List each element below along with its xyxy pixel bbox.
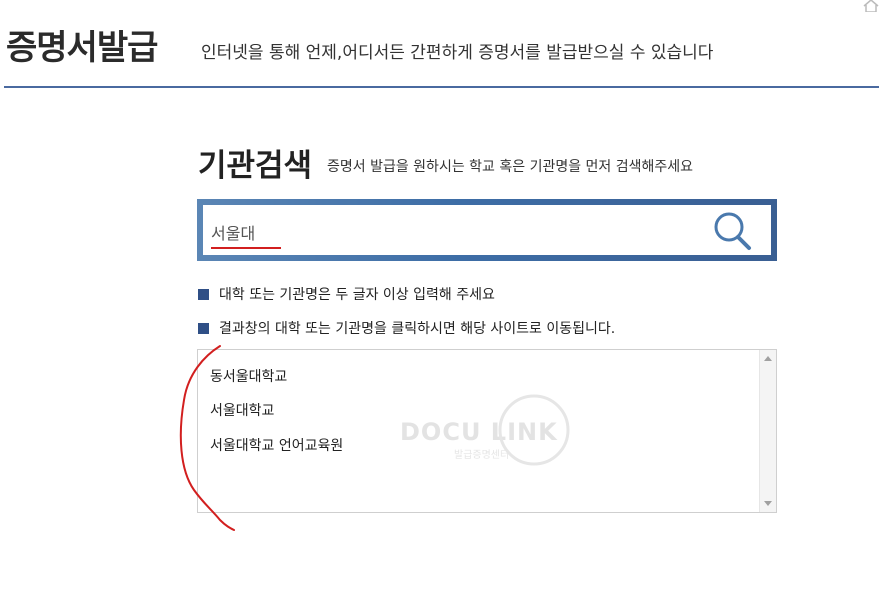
scroll-down-arrow-icon[interactable] [764, 501, 772, 506]
note-min-length: 대학 또는 기관명은 두 글자 이상 입력해 주세요 [198, 284, 495, 304]
search-box [197, 199, 777, 261]
search-icon[interactable] [711, 209, 755, 251]
note-text: 결과창의 대학 또는 기관명을 클릭하시면 해당 사이트로 이동됩니다. [219, 321, 616, 337]
result-item[interactable]: 서울대학교 [210, 400, 274, 420]
result-item[interactable]: 서울대학교 언어교육원 [210, 435, 343, 455]
page-subtitle: 인터넷을 통해 언제,어디서든 간편하게 증명서를 발급받으실 수 있습니다 [201, 43, 714, 63]
scroll-up-arrow-icon[interactable] [764, 356, 772, 361]
search-field-wrapper [203, 205, 771, 255]
page-title: 증명서발급 [6, 28, 158, 68]
result-item[interactable]: 동서울대학교 [210, 366, 287, 386]
header-divider [4, 86, 879, 88]
bullet-icon [198, 288, 209, 300]
home-icon[interactable] [863, 0, 879, 12]
note-click-result: 결과창의 대학 또는 기관명을 클릭하시면 해당 사이트로 이동됩니다. [198, 318, 615, 338]
bullet-icon [198, 322, 209, 334]
search-results-list[interactable]: 동서울대학교 서울대학교 서울대학교 언어교육원 [197, 349, 777, 513]
scrollbar[interactable] [759, 350, 776, 512]
note-text: 대학 또는 기관명은 두 글자 이상 입력해 주세요 [219, 287, 495, 303]
annotation-underline [211, 247, 281, 249]
search-input[interactable] [209, 217, 693, 247]
section-subtitle: 증명서 발급을 원하시는 학교 혹은 기관명을 먼저 검색해주세요 [327, 159, 694, 175]
section-title: 기관검색 [198, 148, 313, 184]
